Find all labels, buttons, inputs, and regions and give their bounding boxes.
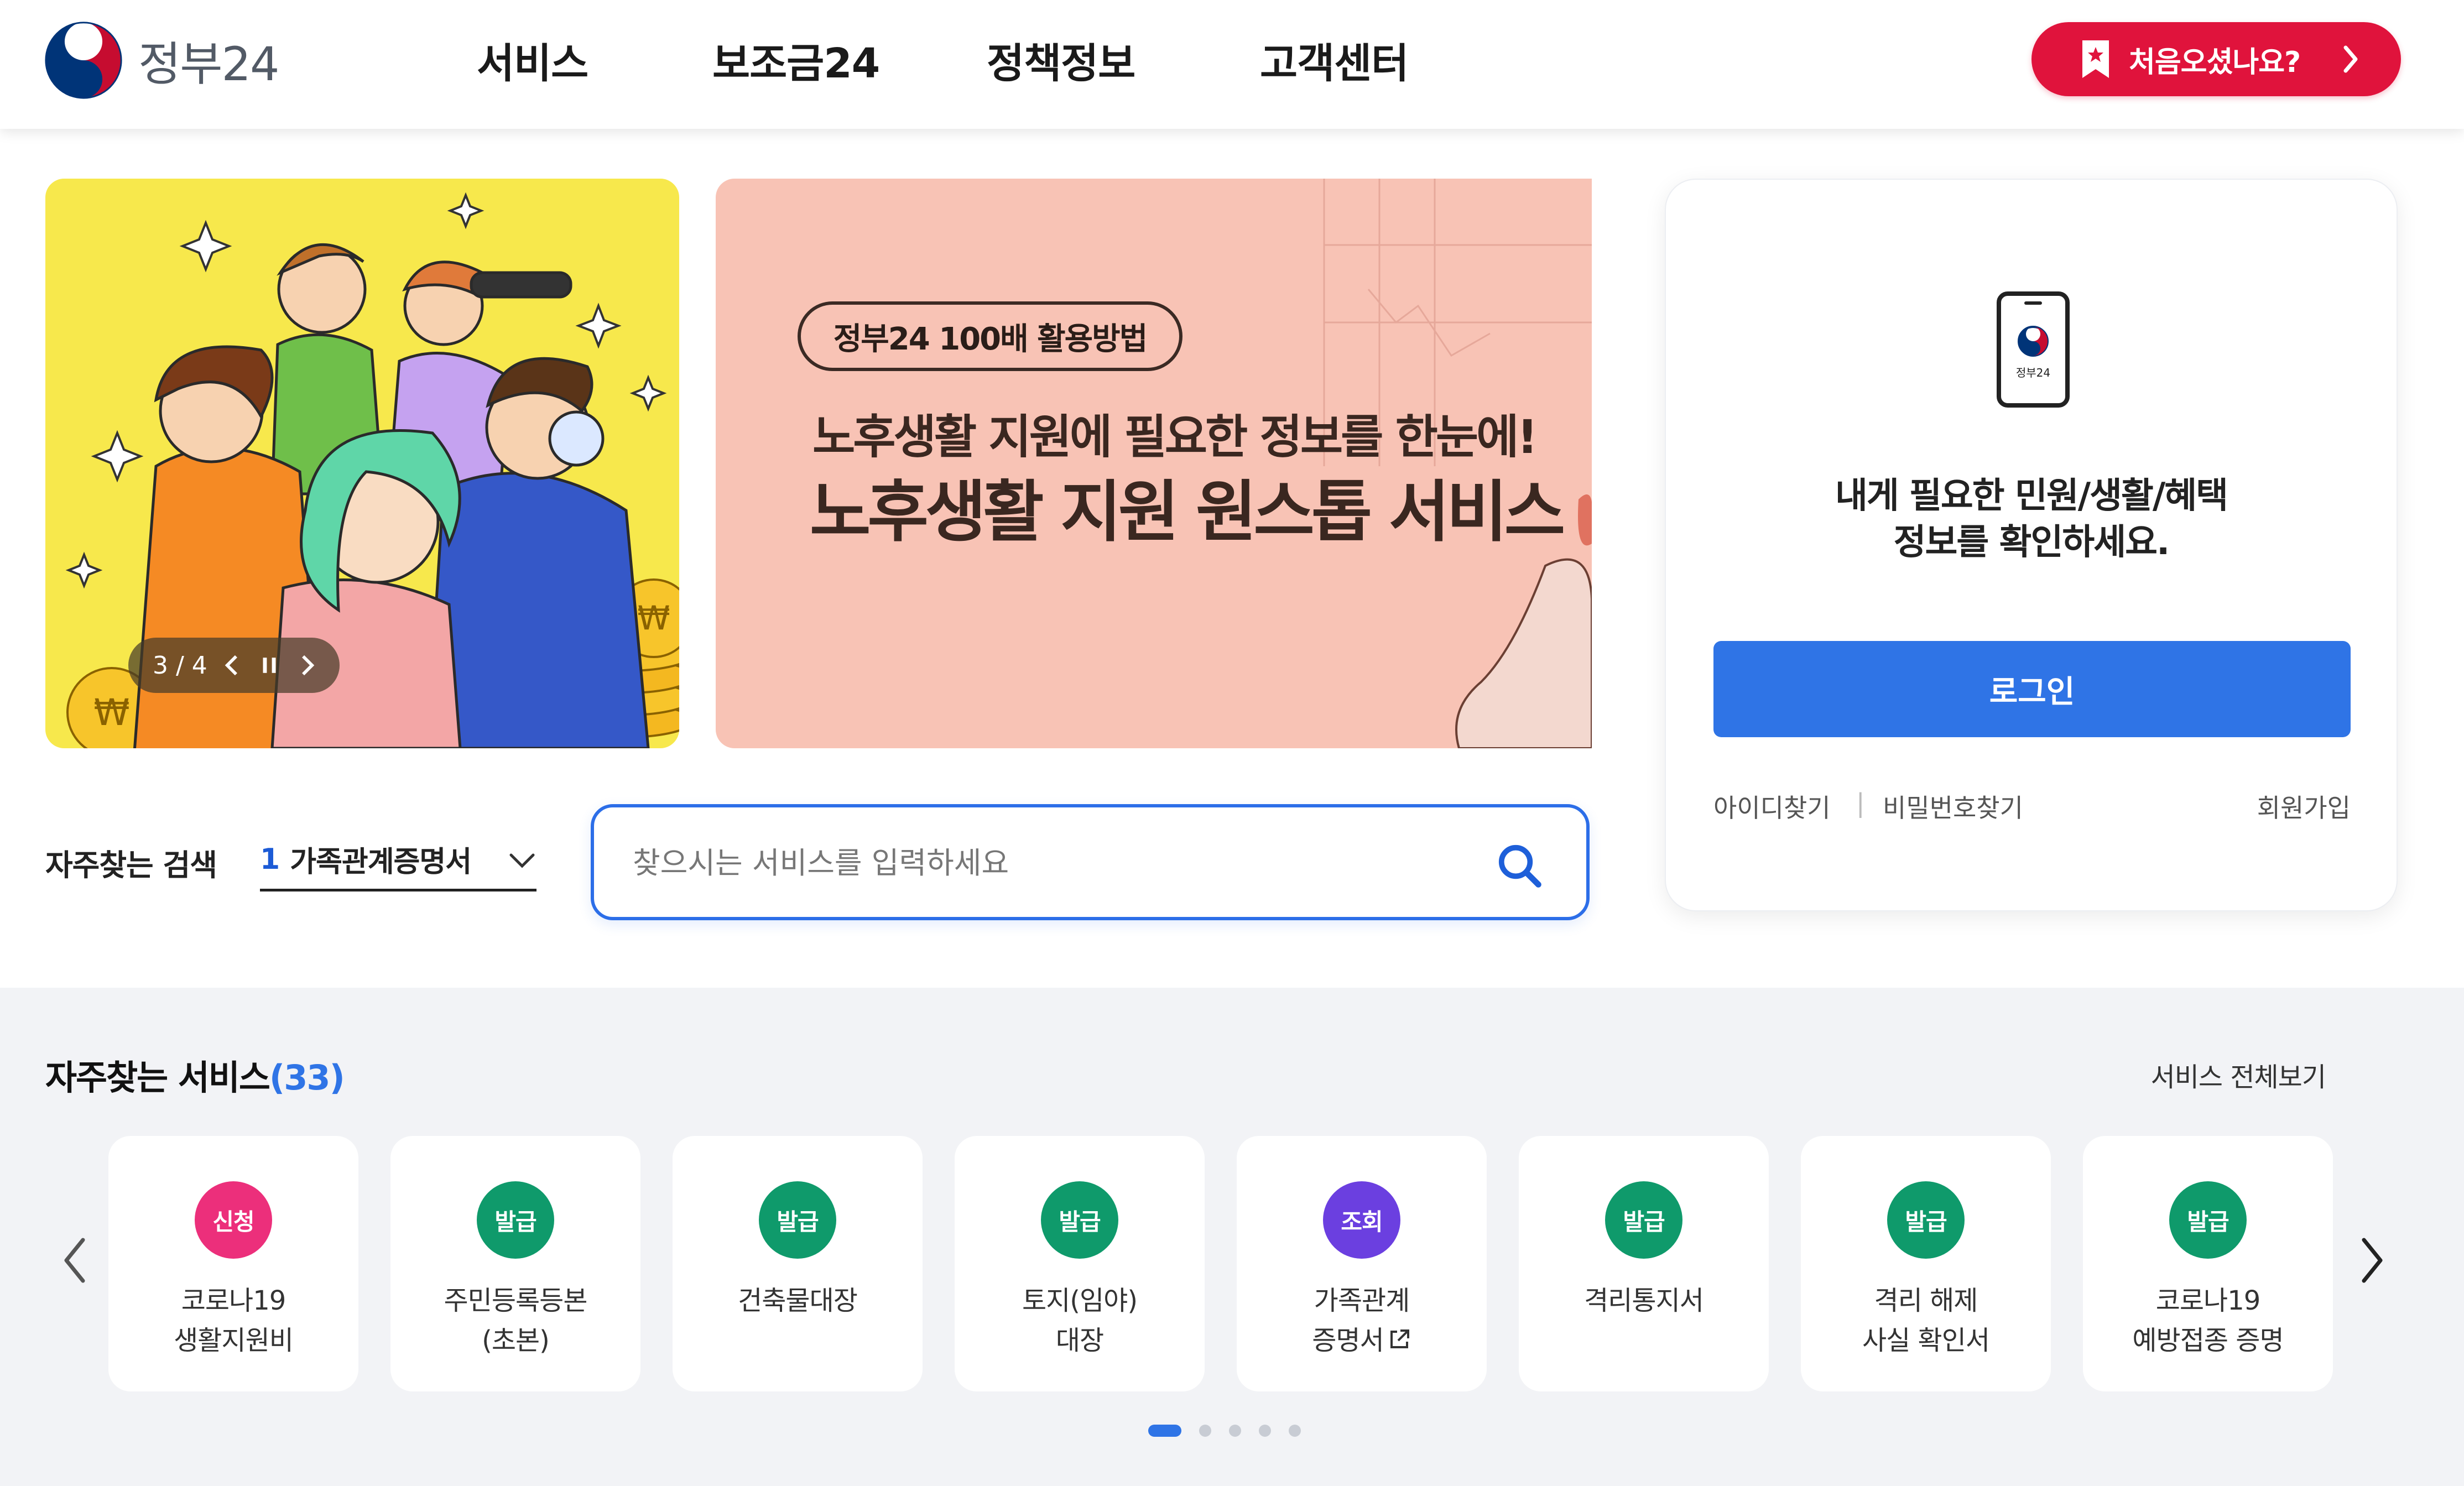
frequent-search-rank: 1 [260,842,280,876]
service-name-line1: 코로나19 [2155,1285,2261,1316]
frequent-search-dropdown[interactable]: 1 가족관계증명서 [260,830,536,891]
service-name-line1: 건축물대장 [738,1285,858,1316]
service-name-line1: 가족관계 [1314,1285,1410,1316]
signup-link[interactable]: 회원가입 [2257,788,2351,825]
service-name-line2: 대장 [1055,1325,1104,1356]
service-name-line1: 주민등록등본 [444,1285,588,1316]
service-name-line2: (초본) [482,1325,550,1356]
pagination-dot[interactable] [1259,1425,1271,1437]
promo-banner-illustration[interactable]: ₩ ₩ 3 / 4 [45,179,679,748]
chevron-right-icon[interactable] [2357,1235,2386,1285]
pagination-dot[interactable] [1229,1425,1241,1437]
account-links: 아이디찾기 | 비밀번호찾기 회원가입 [1713,788,2351,827]
link-divider: | [1856,788,1865,818]
service-name-line1: 격리통지서 [1584,1285,1704,1316]
nav-item-customer-center[interactable]: 고객센터 [1260,33,1409,94]
nav-item-services[interactable]: 서비스 [477,33,588,94]
service-name: 토지(임야) 대장 [955,1281,1205,1360]
service-type-badge: 발급 [477,1181,554,1259]
nav-item-policy-info[interactable]: 정책정보 [987,33,1135,94]
service-type-badge: 발급 [1041,1181,1118,1259]
service-search-box [591,804,1590,920]
login-message-line1: 내게 필요한 민원/생활/혜택 [1835,476,2228,517]
login-panel: 정부24 내게 필요한 민원/생활/혜택 정보를 확인하세요. 로그인 아이디찾… [1665,179,2398,911]
service-card[interactable]: 발급 주민등록등본 (초본) [390,1136,640,1391]
service-type-badge: 조회 [1323,1181,1400,1259]
section-title: 자주찾는 서비스(33) [45,1050,345,1099]
service-type-badge: 발급 [1605,1181,1682,1259]
login-message-line2: 정보를 확인하세요. [1893,522,2170,563]
service-card[interactable]: 발급 코로나19 예방접종 증명 [2083,1136,2333,1391]
pagination-dot[interactable] [1199,1425,1211,1437]
service-count: (33) [269,1057,345,1098]
bookmark-star-icon [2082,40,2109,78]
pagination-dot[interactable] [1289,1425,1301,1437]
frequent-search-label: 자주찾는 검색 [45,848,217,883]
nav-item-subsidy24[interactable]: 보조금24 [712,33,880,94]
banner-headline-main: 노후생활 지원 원스톱 서비스 [810,474,1565,551]
next-slide-icon[interactable] [294,653,320,678]
banner-slider-controls: 3 / 4 [128,638,340,693]
first-visit-button[interactable]: 처음오셨나요? [2031,22,2401,96]
service-name-line2: 사실 확인서 [1862,1325,1990,1356]
service-card[interactable]: 조회 가족관계증명서 [1237,1136,1487,1391]
service-card[interactable]: 발급 격리 해제사실 확인서 [1801,1136,2051,1391]
find-id-link[interactable]: 아이디찾기 [1713,788,1831,825]
service-card[interactable]: 발급 토지(임야) 대장 [955,1136,1205,1391]
chevron-left-icon[interactable] [61,1235,90,1285]
service-name: 건축물대장 [673,1281,923,1321]
service-type-badge: 발급 [1887,1181,1965,1259]
mobile-app-icon: 정부24 [1997,291,2070,408]
service-name: 격리 해제사실 확인서 [1801,1281,2051,1360]
service-name: 가족관계증명서 [1237,1281,1487,1360]
service-name-line2: 생활지원비 [174,1325,294,1356]
service-name-line1: 격리 해제 [1874,1285,1978,1316]
service-type-badge: 신청 [195,1181,272,1259]
service-name-line2: 증명서 [1312,1325,1384,1356]
view-all-services-link[interactable]: 서비스 전체보기 [2151,1055,2326,1094]
login-message: 내게 필요한 민원/생활/혜택 정보를 확인하세요. [1666,473,2397,566]
login-button[interactable]: 로그인 [1713,641,2351,737]
search-icon[interactable] [1496,842,1543,889]
service-card[interactable]: 발급 건축물대장 [673,1136,923,1391]
external-link-icon [1390,1329,1409,1348]
service-type-badge: 발급 [759,1181,836,1259]
service-card[interactable]: 신청 코로나19 생활지원비 [108,1136,358,1391]
service-name: 코로나19 예방접종 증명 [2083,1281,2333,1360]
frequent-search-value: 가족관계증명서 [290,846,472,879]
banner-tag: 정부24 100배 활용방법 [798,301,1182,371]
promo-banner-main[interactable]: 정부24 100배 활용방법 노후생활 지원에 필요한 정보를 한눈에! 노후생… [716,179,1592,748]
chevron-down-icon [509,853,535,868]
pagination-dot[interactable] [1148,1425,1181,1437]
svg-text:₩: ₩ [637,599,670,638]
app-label: 정부24 [2016,366,2050,379]
service-name-line1: 토지(임야) [1022,1285,1138,1316]
chevron-right-icon [2343,45,2358,73]
find-password-link[interactable]: 비밀번호찾기 [1883,788,2023,825]
first-visit-label: 처음오셨나요? [2129,45,2301,79]
service-type-badge: 발급 [2169,1181,2247,1259]
service-name-line2-wrap: 증명서 [1237,1321,1487,1360]
search-input[interactable] [633,835,1462,890]
service-card[interactable]: 발급 격리통지서 [1519,1136,1769,1391]
site-header: 정부24 서비스 보조금24 정책정보 고객센터 처음오셨나요? [0,0,2464,129]
service-name: 주민등록등본 (초본) [390,1281,640,1360]
svg-text:₩: ₩ [93,691,129,734]
banner-headline-sub: 노후생활 지원에 필요한 정보를 한눈에! [812,410,1538,464]
service-name: 격리통지서 [1519,1281,1769,1321]
prev-slide-icon[interactable] [220,653,245,678]
service-name-line2: 예방접종 증명 [2132,1325,2284,1356]
service-name: 코로나19 생활지원비 [108,1281,358,1360]
slide-counter: 3 / 4 [153,651,207,680]
pause-icon[interactable] [257,653,282,678]
section-title-text: 자주찾는 서비스 [45,1057,270,1098]
service-name-line1: 코로나19 [181,1285,286,1316]
